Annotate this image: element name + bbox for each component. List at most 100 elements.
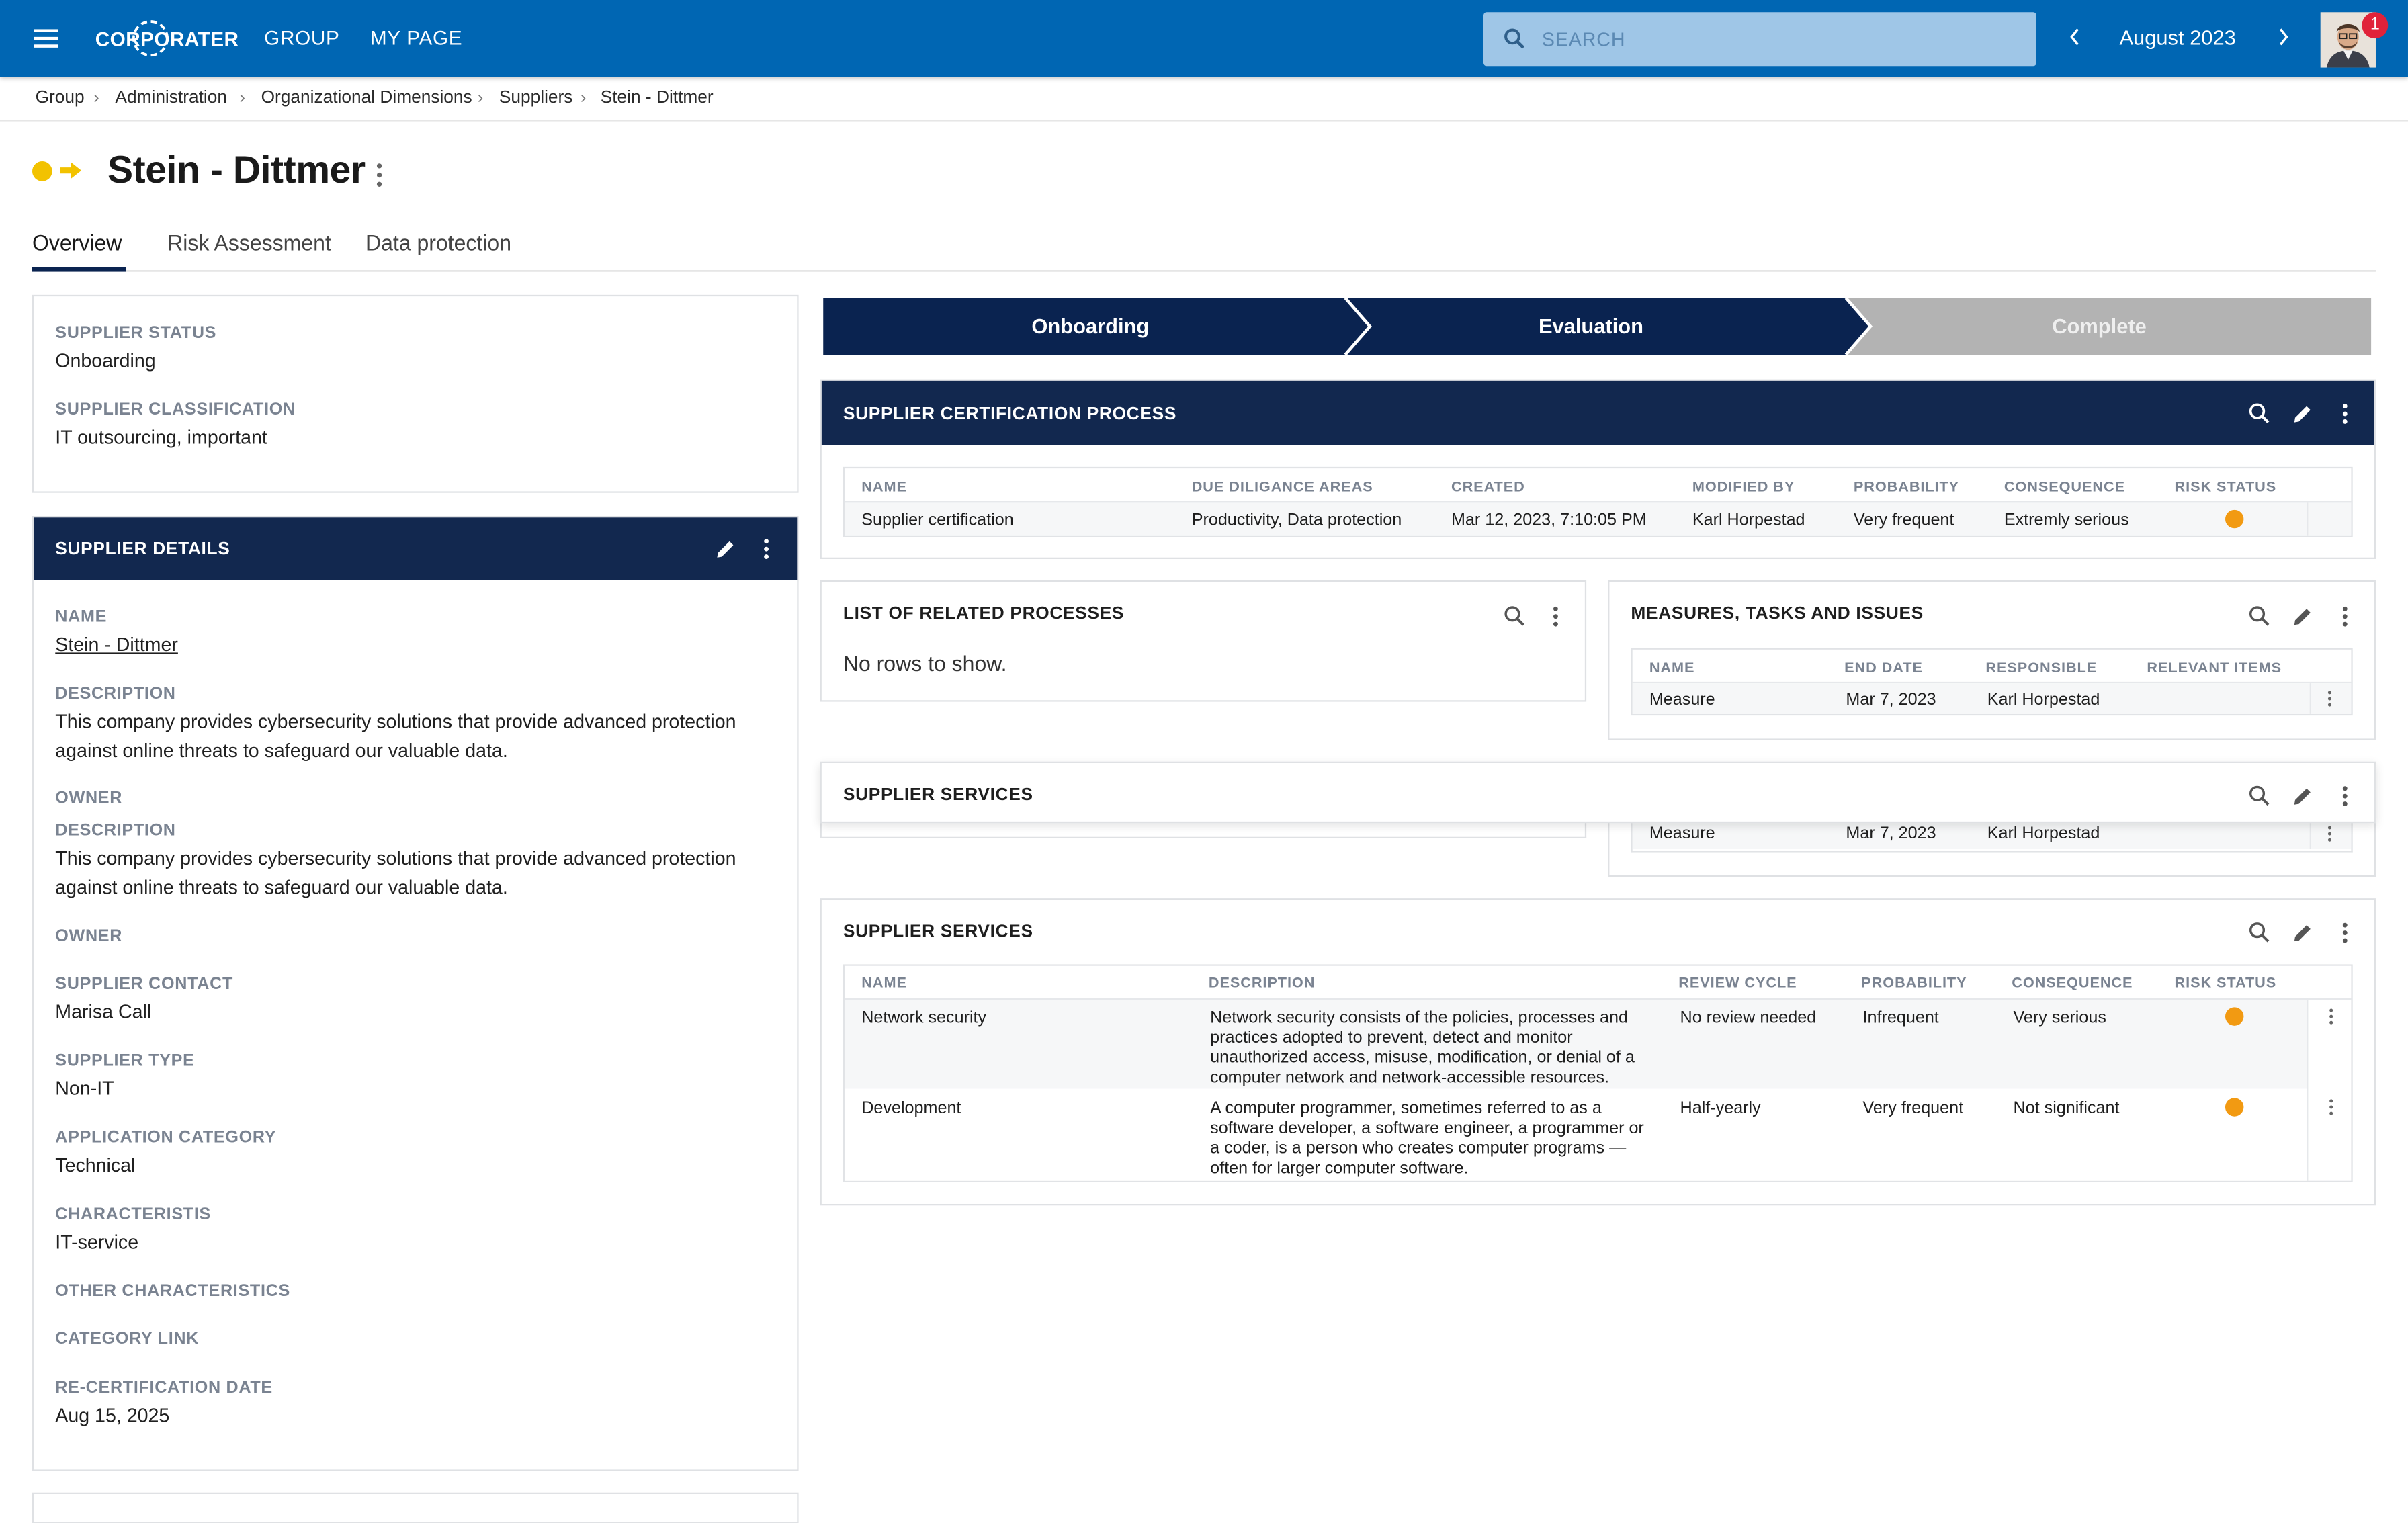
more-options-icon[interactable] xyxy=(2340,785,2350,808)
column-header[interactable]: RISK STATUS xyxy=(2175,975,2277,992)
chevron-right-icon: › xyxy=(93,89,99,107)
column-header[interactable]: DESCRIPTION xyxy=(1209,975,1315,992)
column-header[interactable]: PROBABILITY xyxy=(1854,479,1959,496)
notification-badge[interactable]: 1 xyxy=(2362,12,2389,39)
column-header[interactable]: CONSEQUENCE xyxy=(2004,479,2125,496)
description-label: DESCRIPTION xyxy=(55,821,176,840)
column-header[interactable]: NAME xyxy=(861,975,907,992)
category-link-label: CATEGORY LINK xyxy=(55,1330,200,1348)
tab-overview[interactable]: Overview xyxy=(32,230,122,255)
step-onboarding[interactable]: Onboarding xyxy=(823,298,1357,355)
breadcrumb-administration[interactable]: Administration xyxy=(115,89,227,107)
tab-risk-assessment[interactable]: Risk Assessment xyxy=(167,230,331,255)
edit-icon[interactable] xyxy=(2291,402,2314,425)
column-header[interactable]: REVIEW CYCLE xyxy=(1678,975,1797,992)
breadcrumb-group[interactable]: Group xyxy=(36,89,85,107)
nav-my-page[interactable]: MY PAGE xyxy=(370,26,462,49)
edit-icon[interactable] xyxy=(2291,605,2314,628)
tab-data-protection[interactable]: Data protection xyxy=(366,230,511,255)
column-header[interactable]: MODIFIED BY xyxy=(1692,479,1795,496)
edit-icon[interactable] xyxy=(2291,921,2314,944)
cell-name: Development xyxy=(861,1099,961,1118)
column-header[interactable]: CONSEQUENCE xyxy=(2012,975,2133,992)
supplier-status-value: Onboarding xyxy=(55,350,156,372)
search-icon xyxy=(1504,28,1525,49)
search-icon[interactable] xyxy=(2248,605,2270,627)
column-header[interactable]: CREATED xyxy=(1451,479,1525,496)
cell-consequence: Extremly serious xyxy=(2004,511,2129,530)
measures-title: MEASURES, TASKS AND ISSUES xyxy=(1631,605,1924,623)
step-complete[interactable]: Complete xyxy=(1858,298,2341,355)
corporater-logo[interactable]: CORPORATER xyxy=(95,15,239,62)
search-input[interactable] xyxy=(1539,24,2006,56)
supplier-classification-label: SUPPLIER CLASSIFICATION xyxy=(55,400,296,419)
supplier-type-value: Non-IT xyxy=(55,1078,114,1100)
breadcrumb-organizational-dimensions[interactable]: Organizational Dimensions xyxy=(261,89,472,107)
cell-probability: Very frequent xyxy=(1853,511,1954,530)
column-header[interactable]: RESPONSIBLE xyxy=(1985,660,2097,677)
breadcrumb-suppliers[interactable]: Suppliers xyxy=(499,89,573,107)
cell-name: Measure xyxy=(1649,824,1715,843)
row-more-icon[interactable] xyxy=(2327,689,2333,707)
measures-grid: NAME END DATE RESPONSIBLE RELEVANT ITEMS… xyxy=(1631,648,2353,716)
cell-consequence: Not significant xyxy=(2013,1099,2120,1118)
column-header[interactable]: NAME xyxy=(1649,660,1695,677)
supplier-contact-value: Marisa Call xyxy=(55,1001,152,1023)
more-options-icon[interactable] xyxy=(2340,605,2350,628)
more-options-icon[interactable] xyxy=(762,537,771,560)
search-icon[interactable] xyxy=(2248,402,2270,424)
nav-group[interactable]: GROUP xyxy=(264,26,339,49)
more-options-icon[interactable] xyxy=(1551,605,1561,628)
edit-icon[interactable] xyxy=(714,537,737,560)
other-characteristics-label: OTHER CHARACTERISTICS xyxy=(55,1282,290,1301)
cell-review-cycle: No review needed xyxy=(1680,1008,1817,1028)
certification-title: SUPPLIER CERTIFICATION PROCESS xyxy=(843,405,1177,424)
certification-grid: NAME DUE DILIGANCE AREAS CREATED MODIFIE… xyxy=(843,466,2353,537)
column-header[interactable]: NAME xyxy=(861,479,907,496)
title-more-icon[interactable] xyxy=(373,161,385,189)
next-period-icon[interactable] xyxy=(2276,26,2291,48)
row-more-icon[interactable] xyxy=(2328,1007,2334,1025)
period-selector[interactable]: August 2023 xyxy=(2104,26,2251,49)
cell-probability: Very frequent xyxy=(1862,1099,1964,1118)
empty-state-text: No rows to show. xyxy=(843,651,1007,676)
previous-period-icon[interactable] xyxy=(2067,26,2083,48)
risk-status-indicator xyxy=(2225,1098,2244,1117)
more-options-icon[interactable] xyxy=(2340,921,2350,944)
search-icon[interactable] xyxy=(2248,921,2270,943)
search-icon[interactable] xyxy=(1504,605,1525,627)
related-processes-panel: LIST OF RELATED PROCESSES No rows to sho… xyxy=(820,580,1587,702)
measures-ghost-grid: Measure Mar 7, 2023 Karl Horpestad xyxy=(1631,818,2353,853)
more-options-icon[interactable] xyxy=(2340,402,2350,425)
column-header[interactable]: PROBABILITY xyxy=(1861,975,1967,992)
chevron-right-icon: › xyxy=(580,89,587,107)
search-box[interactable] xyxy=(1483,12,2036,67)
column-divider xyxy=(2307,999,2309,1181)
supplier-services-drag-preview[interactable]: SUPPLIER SERVICES xyxy=(820,761,2376,824)
row-more-icon[interactable] xyxy=(2328,1098,2334,1116)
column-header[interactable]: RISK STATUS xyxy=(2175,479,2277,496)
column-divider xyxy=(2309,683,2311,714)
description-value: This company provides cybersecurity solu… xyxy=(55,711,736,761)
characteristics-label: CHARACTERISTIS xyxy=(55,1205,211,1224)
cell-name: Measure xyxy=(1649,691,1715,709)
page-title: Stein - Dittmer xyxy=(107,148,366,192)
owner-label: OWNER xyxy=(55,927,123,946)
menu-icon[interactable] xyxy=(31,23,64,54)
column-header[interactable]: DUE DILIGANCE AREAS xyxy=(1192,479,1373,496)
step-evaluation[interactable]: Evaluation xyxy=(1358,298,1825,355)
supplier-services-title: SUPPLIER SERVICES xyxy=(843,922,1033,942)
measures-panel: MEASURES, TASKS AND ISSUES NAME END DATE… xyxy=(1608,580,2376,740)
cell-responsible: Karl Horpestad xyxy=(1987,691,2100,709)
edit-icon[interactable] xyxy=(2291,785,2314,808)
search-icon[interactable] xyxy=(2248,785,2270,806)
supplier-classification-value: IT outsourcing, important xyxy=(55,427,267,449)
supplier-details-title: SUPPLIER DETAILS xyxy=(55,540,230,559)
application-category-label: APPLICATION CATEGORY xyxy=(55,1128,277,1147)
tabs-divider xyxy=(32,270,2376,272)
cell-name: Supplier certification xyxy=(861,511,1014,530)
column-header[interactable]: END DATE xyxy=(1844,660,1923,677)
cell-created: Mar 12, 2023, 7:10:05 PM xyxy=(1451,511,1647,530)
column-header[interactable]: RELEVANT ITEMS xyxy=(2147,660,2282,677)
supplier-name-link[interactable]: Stein - Dittmer xyxy=(55,631,178,659)
